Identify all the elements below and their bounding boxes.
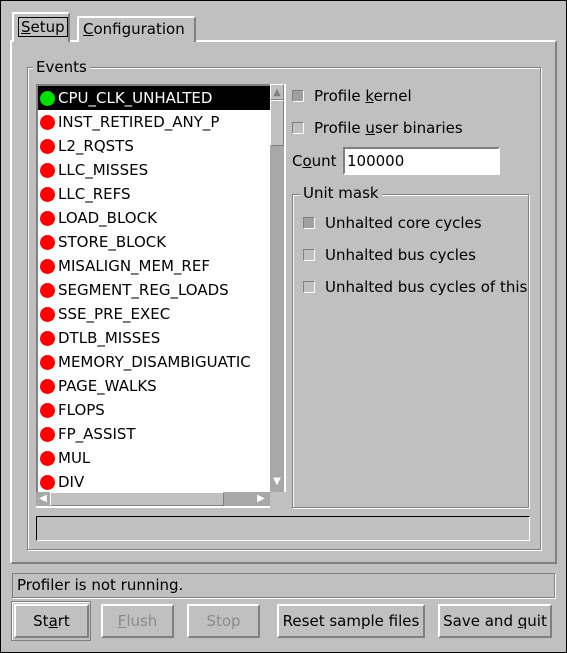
event-list-item[interactable]: L2_RQSTS bbox=[38, 134, 270, 158]
profile-kernel-label: Profile kernel bbox=[314, 87, 412, 105]
event-description-box bbox=[36, 516, 530, 541]
tab-setup[interactable]: Setup bbox=[12, 12, 70, 42]
event-list-item[interactable]: FLOPS bbox=[38, 398, 270, 422]
event-list-item[interactable]: MUL bbox=[38, 446, 270, 470]
event-name: MISALIGN_MEM_REF bbox=[58, 257, 210, 275]
start-button-label: Start bbox=[33, 612, 70, 630]
flush-button[interactable]: Flush bbox=[101, 604, 174, 638]
events-horizontal-scrollbar[interactable]: ◀ ▶ bbox=[36, 492, 270, 508]
event-name: DIV bbox=[58, 473, 85, 491]
tab-setup-label: Setup bbox=[18, 17, 68, 37]
event-list-item[interactable]: INST_RETIRED_ANY_P bbox=[38, 110, 270, 134]
event-name: FP_ASSIST bbox=[58, 425, 136, 443]
status-red-dot-icon bbox=[40, 378, 55, 394]
checkbox-icon bbox=[303, 249, 315, 261]
save-quit-button-label: Save and quit bbox=[443, 612, 547, 630]
scroll-down-icon[interactable]: ▼ bbox=[270, 474, 284, 490]
stop-button-label: Stop bbox=[206, 612, 241, 630]
status-text: Profiler is not running. bbox=[17, 576, 184, 594]
unit-mask-option[interactable]: Unhalted core cycles bbox=[303, 214, 482, 232]
event-list-item[interactable]: DIV bbox=[38, 470, 270, 492]
scroll-up-icon[interactable]: ▲ bbox=[270, 84, 284, 100]
unit-mask-title: Unit mask bbox=[300, 184, 382, 202]
status-red-dot-icon bbox=[40, 138, 55, 154]
status-red-dot-icon bbox=[40, 258, 55, 274]
checkbox-icon bbox=[292, 122, 304, 134]
status-red-dot-icon bbox=[40, 186, 55, 202]
event-list-item[interactable]: MEMORY_DISAMBIGUATIC bbox=[38, 350, 270, 374]
status-red-dot-icon bbox=[40, 210, 55, 226]
event-name: DTLB_MISSES bbox=[58, 329, 161, 347]
unit-mask-option[interactable]: Unhalted bus cycles of this bbox=[303, 278, 527, 296]
event-list-item[interactable]: LOAD_BLOCK bbox=[38, 206, 270, 230]
event-list-item[interactable]: LLC_REFS bbox=[38, 182, 270, 206]
events-vertical-scrollbar[interactable]: ▲ ▼ bbox=[270, 84, 286, 492]
scroll-right-icon[interactable]: ▶ bbox=[254, 492, 268, 506]
save-and-quit-button[interactable]: Save and quit bbox=[438, 604, 552, 638]
event-list-item[interactable]: SSE_PRE_EXEC bbox=[38, 302, 270, 326]
event-name: FLOPS bbox=[58, 401, 105, 419]
status-red-dot-icon bbox=[40, 474, 55, 490]
event-name: SEGMENT_REG_LOADS bbox=[58, 281, 229, 299]
event-name: PAGE_WALKS bbox=[58, 377, 157, 395]
status-red-dot-icon bbox=[40, 450, 55, 466]
unit-mask-label: Unhalted core cycles bbox=[325, 214, 482, 232]
reset-button-label: Reset sample files bbox=[282, 612, 420, 630]
event-name: INST_RETIRED_ANY_P bbox=[58, 113, 220, 131]
event-name: MUL bbox=[58, 449, 91, 467]
event-name: SSE_PRE_EXEC bbox=[58, 305, 171, 323]
event-list-item[interactable]: DTLB_MISSES bbox=[38, 326, 270, 350]
checkbox-icon bbox=[303, 217, 315, 229]
events-title: Events bbox=[33, 58, 90, 76]
unit-mask-label: Unhalted bus cycles bbox=[325, 246, 476, 264]
profile-user-label: Profile user binaries bbox=[314, 119, 463, 137]
event-list-item[interactable]: SEGMENT_REG_LOADS bbox=[38, 278, 270, 302]
tab-configuration[interactable]: Configuration bbox=[77, 16, 196, 42]
unit-mask-label: Unhalted bus cycles of this bbox=[325, 278, 528, 296]
unit-mask-option[interactable]: Unhalted bus cycles bbox=[303, 246, 476, 264]
event-name: MEMORY_DISAMBIGUATIC bbox=[58, 353, 251, 371]
count-label: Count bbox=[292, 152, 337, 170]
event-list-item[interactable]: STORE_BLOCK bbox=[38, 230, 270, 254]
horizontal-scroll-thumb[interactable] bbox=[50, 492, 224, 506]
status-green-dot-icon bbox=[40, 90, 55, 106]
status-red-dot-icon bbox=[40, 354, 55, 370]
profile-user-checkbox[interactable]: Profile user binaries bbox=[292, 119, 463, 137]
status-red-dot-icon bbox=[40, 114, 55, 130]
count-input[interactable] bbox=[343, 147, 500, 175]
status-red-dot-icon bbox=[40, 162, 55, 178]
event-list-item[interactable]: LLC_MISSES bbox=[38, 158, 270, 182]
vertical-scroll-thumb[interactable] bbox=[270, 100, 284, 146]
status-red-dot-icon bbox=[40, 282, 55, 298]
event-name: CPU_CLK_UNHALTED bbox=[58, 89, 213, 107]
flush-button-label: Flush bbox=[117, 612, 158, 630]
unit-mask-group bbox=[292, 194, 529, 508]
tab-configuration-label: Configuration bbox=[83, 20, 185, 38]
event-list-item[interactable]: MISALIGN_MEM_REF bbox=[38, 254, 270, 278]
stop-button[interactable]: Stop bbox=[187, 604, 260, 638]
reset-sample-files-button[interactable]: Reset sample files bbox=[277, 604, 425, 638]
checkbox-icon bbox=[292, 90, 304, 102]
status-red-dot-icon bbox=[40, 234, 55, 250]
profile-kernel-checkbox[interactable]: Profile kernel bbox=[292, 87, 412, 105]
event-name: LOAD_BLOCK bbox=[58, 209, 157, 227]
checkbox-icon bbox=[303, 281, 315, 293]
status-red-dot-icon bbox=[40, 426, 55, 442]
event-list-item[interactable]: FP_ASSIST bbox=[38, 422, 270, 446]
event-name: STORE_BLOCK bbox=[58, 233, 167, 251]
event-list-item[interactable]: PAGE_WALKS bbox=[38, 374, 270, 398]
status-red-dot-icon bbox=[40, 402, 55, 418]
status-bar: Profiler is not running. bbox=[12, 573, 555, 598]
status-red-dot-icon bbox=[40, 330, 55, 346]
event-list-item[interactable]: CPU_CLK_UNHALTED bbox=[38, 86, 270, 110]
start-button[interactable]: Start bbox=[14, 604, 89, 638]
scroll-left-icon[interactable]: ◀ bbox=[36, 492, 50, 506]
status-red-dot-icon bbox=[40, 306, 55, 322]
event-name: LLC_MISSES bbox=[58, 161, 149, 179]
event-name: LLC_REFS bbox=[58, 185, 131, 203]
events-list[interactable]: CPU_CLK_UNHALTED INST_RETIRED_ANY_P L2_RQS… bbox=[36, 84, 270, 492]
event-name: L2_RQSTS bbox=[58, 137, 134, 155]
